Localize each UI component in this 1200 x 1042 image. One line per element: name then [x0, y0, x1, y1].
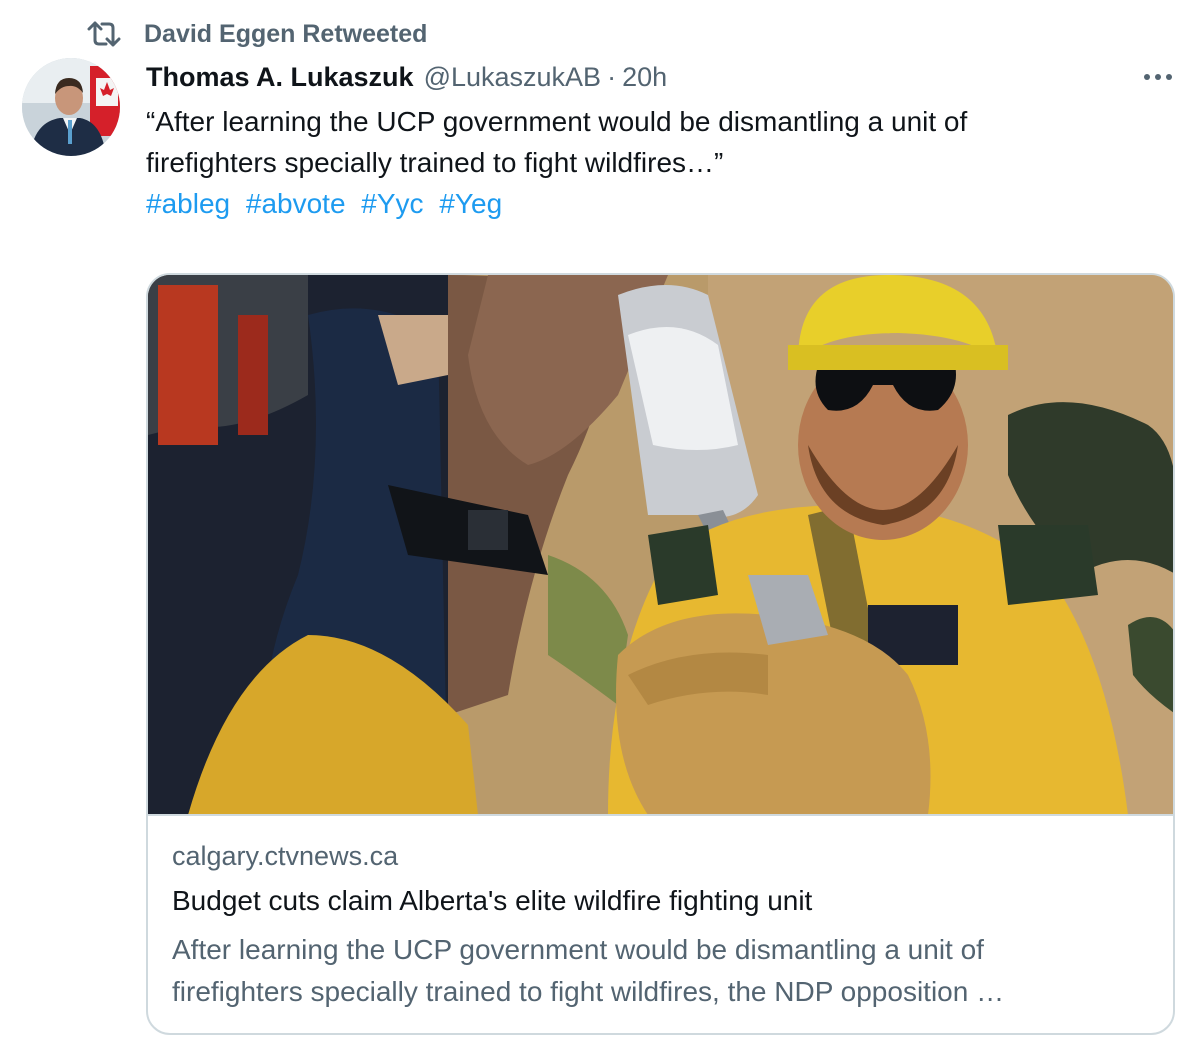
card-image — [148, 275, 1173, 815]
card-divider — [148, 814, 1173, 816]
author-handle[interactable]: @LukaszukAB — [424, 62, 602, 93]
hashtag-link[interactable]: #abvote — [246, 188, 346, 219]
tweet-timestamp[interactable]: 20h — [622, 62, 667, 93]
card-description: After learning the UCP government would … — [172, 929, 1162, 1013]
tweet-header: Thomas A. Lukaszuk @LukaszukAB · 20h — [146, 56, 667, 98]
more-options-button[interactable] — [1138, 60, 1178, 94]
hashtag-link[interactable]: #Yeg — [439, 188, 502, 219]
more-icon — [1143, 68, 1173, 86]
tweet-text-line: “After learning the UCP government would… — [146, 106, 968, 137]
hashtags: #ableg #abvote #Yyc #Yeg — [146, 183, 510, 224]
card-description-line: firefighters specially trained to fight … — [172, 976, 1005, 1007]
link-preview-card[interactable]: calgary.ctvnews.ca Budget cuts claim Alb… — [146, 273, 1175, 1035]
retweet-context[interactable]: David Eggen Retweeted — [84, 14, 427, 54]
card-description-line: After learning the UCP government would … — [172, 934, 984, 965]
avatar[interactable] — [22, 58, 120, 156]
retweet-icon — [84, 14, 124, 54]
retweet-label: David Eggen Retweeted — [144, 19, 428, 48]
tweet[interactable]: David Eggen Retweeted Thomas A. Lukaszuk… — [0, 0, 1200, 1042]
hashtag-link[interactable]: #ableg — [146, 188, 230, 219]
header-separator: · — [607, 61, 617, 92]
tweet-text: “After learning the UCP government would… — [146, 101, 1166, 183]
author-name[interactable]: Thomas A. Lukaszuk — [146, 62, 414, 93]
hashtag-link[interactable]: #Yyc — [361, 188, 423, 219]
card-domain: calgary.ctvnews.ca — [172, 841, 399, 871]
card-title: Budget cuts claim Alberta's elite wildfi… — [172, 885, 813, 916]
tweet-text-line: firefighters specially trained to fight … — [146, 147, 724, 178]
